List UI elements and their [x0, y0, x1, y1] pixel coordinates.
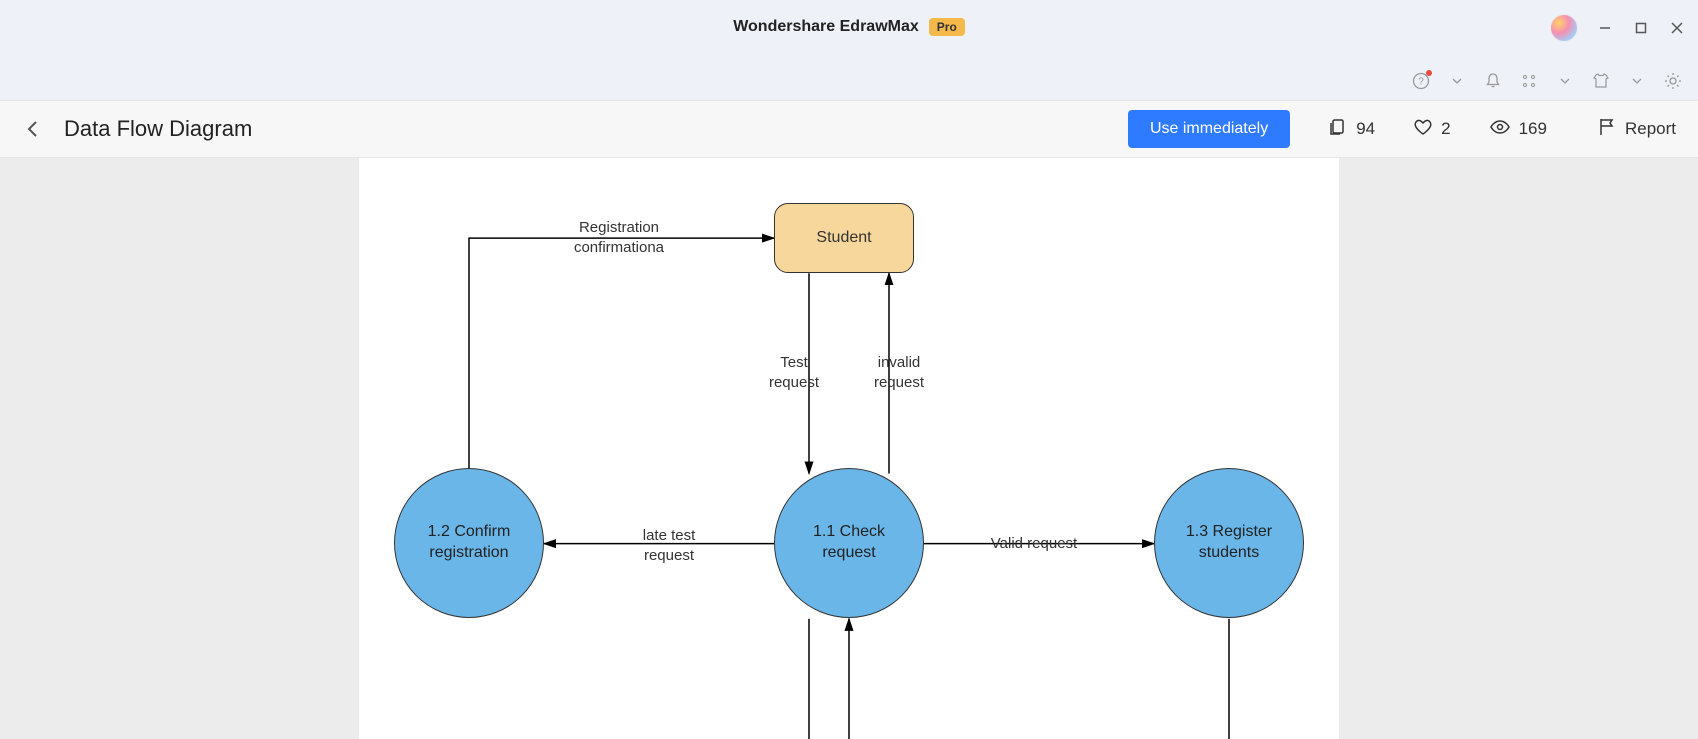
report-label: Report — [1625, 119, 1676, 139]
views-count: 169 — [1519, 119, 1547, 139]
process-1-2-line2: registration — [429, 543, 508, 564]
copy-icon — [1328, 117, 1348, 142]
chevron-down-icon[interactable] — [1628, 72, 1646, 90]
entity-student[interactable]: Student — [774, 203, 914, 273]
flag-icon — [1597, 117, 1617, 142]
avatar[interactable] — [1550, 14, 1578, 42]
grid-icon[interactable] — [1520, 72, 1538, 90]
edge-label-valid-request: Valid request — [974, 534, 1094, 554]
gear-icon[interactable] — [1664, 72, 1682, 90]
heart-icon — [1413, 117, 1433, 142]
report-link[interactable]: Report — [1597, 117, 1676, 142]
likes-stat[interactable]: 2 — [1413, 117, 1450, 142]
window-controls — [1550, 14, 1686, 42]
maximize-button[interactable] — [1632, 19, 1650, 37]
pro-badge: Pro — [929, 18, 965, 36]
process-1-1-line2: request — [822, 543, 875, 564]
chevron-down-icon[interactable] — [1556, 72, 1574, 90]
edge-label-test-request: Test request — [759, 353, 829, 392]
use-immediately-button[interactable]: Use immediately — [1128, 110, 1290, 148]
copies-stat[interactable]: 94 — [1328, 117, 1375, 142]
diagram-canvas[interactable]: Student 1.2 Confirm registration 1.1 Che… — [359, 158, 1339, 739]
titlebar: Wondershare EdrawMax Pro ? — [0, 0, 1698, 100]
notification-dot — [1426, 70, 1432, 76]
process-1-2-confirm-registration[interactable]: 1.2 Confirm registration — [394, 468, 544, 618]
help-icon[interactable]: ? — [1412, 72, 1430, 90]
likes-count: 2 — [1441, 119, 1450, 139]
svg-text:?: ? — [1418, 77, 1424, 88]
edge-label-late-test-request: late test request — [624, 526, 714, 565]
eye-icon — [1489, 117, 1511, 142]
process-1-1-check-request[interactable]: 1.1 Check request — [774, 468, 924, 618]
close-button[interactable] — [1668, 19, 1686, 37]
bell-icon[interactable] — [1484, 72, 1502, 90]
views-stat[interactable]: 169 — [1489, 117, 1547, 142]
process-1-3-line1: 1.3 Register — [1186, 522, 1272, 543]
titlebar-center: Wondershare EdrawMax Pro — [733, 18, 965, 36]
process-1-3-line2: students — [1199, 543, 1259, 564]
toolbar-icons: ? — [1412, 72, 1682, 90]
copies-count: 94 — [1356, 119, 1375, 139]
process-1-2-line1: 1.2 Confirm — [428, 522, 511, 543]
minimize-button[interactable] — [1596, 19, 1614, 37]
shirt-icon[interactable] — [1592, 72, 1610, 90]
entity-student-label: Student — [816, 229, 871, 247]
back-button[interactable] — [22, 118, 44, 140]
edge-label-invalid-request: invalid request — [864, 353, 934, 392]
canvas-wrap: Student 1.2 Confirm registration 1.1 Che… — [0, 158, 1698, 739]
subheader: Data Flow Diagram Use immediately 94 2 1… — [0, 100, 1698, 158]
process-1-3-register-students[interactable]: 1.3 Register students — [1154, 468, 1304, 618]
chevron-down-icon[interactable] — [1448, 72, 1466, 90]
page-title: Data Flow Diagram — [64, 116, 252, 142]
app-name: Wondershare EdrawMax — [733, 18, 919, 36]
process-1-1-line1: 1.1 Check — [813, 522, 885, 543]
edge-label-registration-confirmation: Registration confirmationa — [559, 218, 679, 257]
